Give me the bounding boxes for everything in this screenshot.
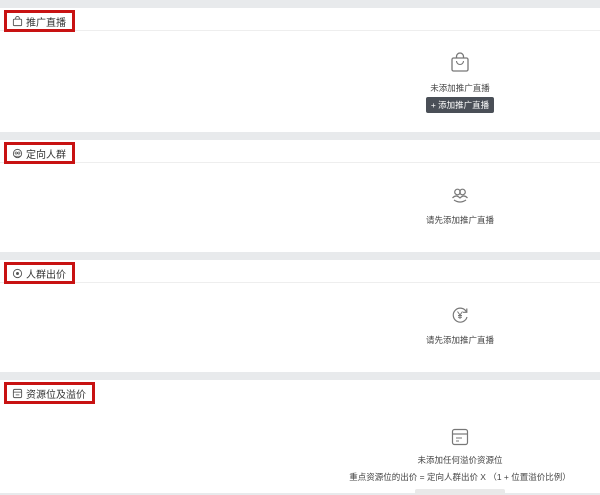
resource-slot-icon [449,426,471,448]
section-header: 定向人群 [0,140,600,164]
yen-refresh-icon [449,304,471,326]
empty-state-text: 未添加任何溢价资源位 [417,455,503,465]
empty-state-text: 未添加推广直播 [430,83,490,93]
section-header: 人群出价 [0,260,600,284]
empty-state: 请先添加推广直播 [380,304,540,346]
bid-formula-text: 重点资源位的出价 = 定向人群出价 X （1 + 位置溢价比例） [349,472,571,482]
section-title-box: 定向人群 [4,142,75,164]
people-group-icon [12,148,23,159]
section-title: 推广直播 [26,17,66,29]
section-title: 人群出价 [26,269,66,281]
section-promote-live: 推广直播 未添加推广直播 + 添加推广直播 [0,8,600,132]
add-promote-live-button[interactable]: + 添加推广直播 [425,97,495,113]
empty-state-text: 请先添加推广直播 [425,335,494,345]
empty-state: 请先添加推广直播 [380,184,540,226]
section-title-box: 推广直播 [4,10,75,32]
section-header: 资源位及溢价 [0,380,600,404]
resource-slot-icon [12,388,23,399]
target-icon [12,268,23,279]
section-target-audience: 定向人群 请先添加推广直播 [0,140,600,252]
section-resource-premium: 资源位及溢价 未添加任何溢价资源位 重点资源位的出价 = 定向人群出价 X （1… [0,380,600,495]
section-title: 资源位及溢价 [26,389,86,401]
empty-state: 未添加任何溢价资源位 重点资源位的出价 = 定向人群出价 X （1 + 位置溢价… [349,426,571,495]
shopping-bag-icon [449,52,471,74]
section-title: 定向人群 [26,149,66,161]
section-title-box: 资源位及溢价 [4,382,95,404]
section-header: 推广直播 [0,8,600,32]
section-title-box: 人群出价 [4,262,75,284]
section-audience-bid: 人群出价 请先添加推广直播 [0,260,600,372]
empty-state: 未添加推广直播 + 添加推广直播 [380,52,540,113]
people-group-icon [449,184,471,206]
shopping-bag-icon [12,15,23,27]
empty-state-text: 请先添加推广直播 [425,215,494,225]
add-resource-button[interactable] [415,489,505,495]
